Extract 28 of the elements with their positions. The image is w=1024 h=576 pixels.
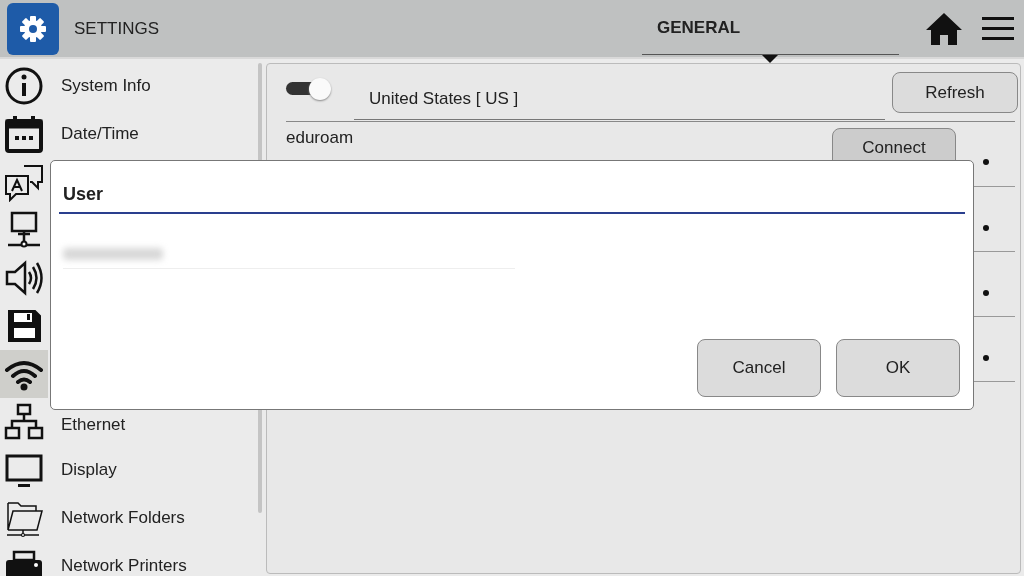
refresh-button[interactable]: Refresh <box>892 72 1018 113</box>
dialog-button[interactable]: OK <box>836 339 960 397</box>
home-icon[interactable] <box>924 10 964 47</box>
dot-icon <box>983 355 989 361</box>
language-icon <box>4 162 44 202</box>
country-dropdown[interactable]: United States [ US ] <box>354 73 885 120</box>
sidebar-label[interactable]: Network Printers <box>61 556 187 576</box>
sidebar-item[interactable] <box>0 350 48 398</box>
sidebar-label[interactable]: System Info <box>61 76 151 96</box>
wifi-toggle[interactable] <box>286 78 330 99</box>
dot-icon <box>983 225 989 231</box>
sidebar-label[interactable]: Date/Time <box>61 124 139 144</box>
dialog-button[interactable]: Cancel <box>697 339 821 397</box>
calendar-icon <box>4 114 44 154</box>
dot-icon <box>983 159 989 165</box>
sound-icon <box>4 258 44 298</box>
menu-icon[interactable] <box>982 14 1014 43</box>
app-title: SETTINGS <box>74 18 159 39</box>
dialog-title: User <box>59 161 965 214</box>
network-name[interactable]: eduroam <box>286 128 354 148</box>
info-icon <box>4 66 44 106</box>
sidebar-label[interactable]: Network Folders <box>61 508 185 528</box>
settings-icon <box>7 2 59 55</box>
dot-icon <box>983 290 989 296</box>
sidebar-label[interactable]: Display <box>61 460 117 480</box>
ethernet-icon <box>4 402 44 442</box>
sidebar-label[interactable]: Ethernet <box>61 415 126 435</box>
general-tab[interactable]: GENERAL <box>642 2 899 55</box>
